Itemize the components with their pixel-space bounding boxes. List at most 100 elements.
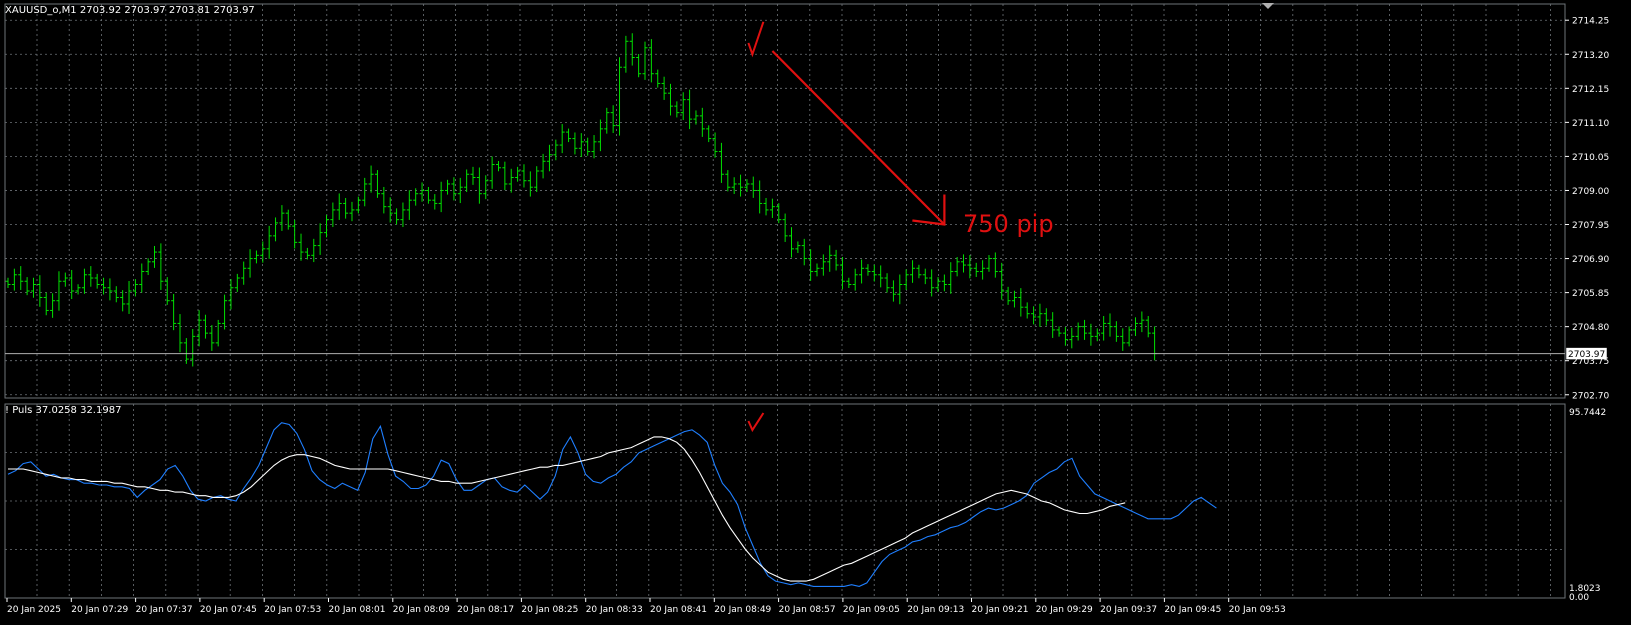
price-bar — [126, 280, 132, 314]
price-bar — [865, 264, 871, 276]
labels: XAUUSD_o,M1 2703.92 2703.97 2703.81 2703… — [5, 5, 1609, 615]
time-label: 20 Jan 09:13 — [907, 605, 964, 615]
pip-annotation: 750 pip — [963, 210, 1054, 238]
price-bar — [820, 254, 826, 276]
price-bar — [999, 262, 1005, 300]
price-bar — [88, 266, 94, 287]
price-bar — [948, 262, 954, 294]
price-bar — [145, 258, 151, 276]
price-bar — [897, 274, 903, 305]
price-bar — [330, 202, 336, 228]
price-bar — [139, 263, 145, 293]
time-label: 20 Jan 2025 — [7, 605, 61, 615]
main-header: XAUUSD_o,M1 2703.92 2703.97 2703.81 2703… — [5, 5, 255, 16]
price-bar — [559, 124, 565, 154]
price-bar — [94, 273, 100, 289]
price-bar — [1113, 321, 1119, 342]
price-bar — [1018, 288, 1024, 317]
price-bar — [750, 176, 756, 198]
price-bar — [464, 169, 470, 193]
price-label: 2702.70 — [1572, 391, 1609, 401]
time-label: 20 Jan 08:57 — [779, 605, 836, 615]
price-bar — [324, 214, 329, 238]
price-bar — [521, 164, 527, 188]
price-bar — [374, 170, 380, 198]
price-bar — [37, 275, 43, 307]
price-bar — [502, 161, 508, 191]
price-bar — [763, 197, 769, 216]
price-bar — [349, 201, 355, 222]
price-bar — [973, 262, 979, 277]
price-bar — [954, 257, 960, 277]
price-bar — [852, 268, 858, 291]
price-label: 2706.90 — [1572, 255, 1609, 265]
price-bar — [1152, 326, 1158, 361]
time-label: 20 Jan 09:53 — [1229, 605, 1286, 615]
price-bar — [1088, 323, 1094, 346]
price-bar — [808, 249, 814, 281]
price-bar — [177, 314, 183, 353]
price-bar — [158, 243, 164, 290]
price-bar — [527, 171, 533, 197]
price-bar — [769, 198, 775, 218]
price-bar — [253, 250, 259, 264]
price-bar — [132, 279, 138, 297]
price-bar — [1094, 328, 1100, 342]
indicator-check-mark — [747, 412, 765, 433]
price-bar — [406, 190, 412, 220]
price-label: 2707.95 — [1572, 221, 1609, 231]
price-bar — [413, 188, 419, 206]
price-bar — [285, 209, 291, 230]
price-bar — [457, 177, 463, 204]
price-bar — [400, 202, 406, 228]
price-bar — [591, 135, 597, 159]
price-bar — [642, 41, 648, 80]
price-label: 2705.85 — [1572, 289, 1609, 299]
price-bar — [202, 314, 208, 339]
peak-check-mark — [747, 21, 765, 58]
price-bar — [336, 193, 342, 220]
price-label: 2710.05 — [1572, 153, 1609, 163]
price-bar — [871, 264, 877, 282]
time-label: 20 Jan 09:21 — [972, 605, 1029, 615]
price-bar — [279, 205, 285, 231]
price-bar — [381, 186, 387, 214]
time-label: 20 Jan 08:17 — [457, 605, 514, 615]
price-bar — [929, 269, 935, 297]
price-bar — [343, 197, 349, 219]
time-label: 20 Jan 08:01 — [329, 605, 386, 615]
price-bar — [11, 268, 17, 291]
price-bar — [1107, 313, 1113, 337]
time-label: 20 Jan 09:29 — [1036, 605, 1093, 615]
price-bar — [629, 33, 635, 66]
indicator-grid — [5, 404, 1565, 598]
chart-svg: XAUUSD_o,M1 2703.92 2703.97 2703.81 2703… — [4, 3, 1609, 615]
price-bar — [247, 249, 253, 278]
price-bar — [578, 133, 584, 157]
price-bar — [1050, 312, 1056, 338]
price-bar — [534, 166, 540, 193]
price-bar — [508, 168, 514, 193]
price-bar — [1132, 317, 1138, 336]
price-bar — [298, 233, 304, 261]
price-bar — [597, 119, 603, 152]
price-label: 2704.80 — [1572, 323, 1609, 333]
price-bar — [566, 128, 572, 143]
trend-arrow-line — [771, 50, 946, 226]
price-bar — [617, 57, 623, 136]
time-label: 20 Jan 08:49 — [714, 605, 771, 615]
axes — [4, 3, 1608, 602]
price-bar — [1082, 319, 1088, 340]
price-bar — [655, 69, 661, 88]
price-bar — [515, 166, 521, 182]
time-label: 20 Jan 08:09 — [393, 605, 450, 615]
price-bar — [801, 238, 807, 266]
price-bar — [470, 166, 476, 185]
price-bar — [693, 110, 699, 125]
price-bar — [317, 223, 323, 255]
price-bar — [476, 167, 482, 204]
price-bar — [215, 319, 221, 347]
price-bar — [604, 107, 610, 134]
price-bar — [387, 197, 393, 223]
price-bar — [878, 265, 884, 288]
